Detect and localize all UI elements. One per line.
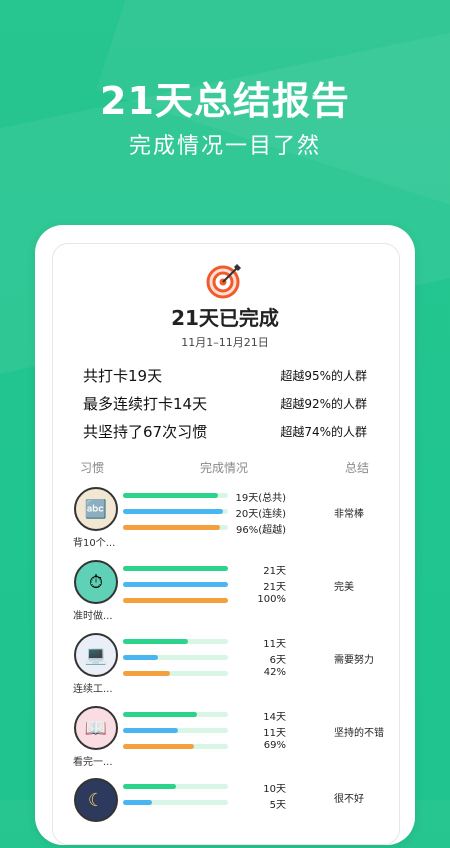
- hero-subtitle: 完成情况一目了然: [128, 134, 321, 159]
- stat-value: 超越92%的人群: [280, 397, 367, 411]
- progress-fill: [123, 671, 171, 676]
- habit-name: 看完一...: [73, 757, 113, 768]
- progress-fill: [123, 728, 178, 733]
- progress-fill: [123, 509, 223, 514]
- hero-title: 21天总结报告: [100, 79, 350, 123]
- habit-summary: 需要努力: [334, 655, 374, 666]
- habit-name: 连续工...: [73, 684, 113, 695]
- value-total: 14天: [263, 712, 286, 723]
- stat-label: 最多连续打卡14天: [83, 395, 208, 413]
- value-total: 21天: [263, 566, 286, 577]
- habit-row[interactable]: 🔤 背10个... 19天(总共) 20天(连续) 96%(超越) 非常棒: [70, 487, 390, 557]
- progress-fill: [123, 639, 189, 644]
- reading-icon: 📖: [74, 706, 118, 750]
- progress-fill: [123, 712, 197, 717]
- habit-summary: 非常棒: [334, 509, 364, 520]
- progress-bar-total: [123, 639, 228, 644]
- stat-value: 超越95%的人群: [280, 369, 367, 383]
- habit-name: 背10个...: [73, 538, 116, 549]
- value-rank: 42%: [263, 667, 286, 678]
- value-total: 19天(总共): [235, 493, 286, 504]
- habit-row[interactable]: 💻 连续工... 11天 6天 42% 需要努力: [70, 633, 390, 703]
- progress-bar-streak: [123, 582, 228, 587]
- habit-name: 准时做...: [73, 611, 113, 622]
- value-total: 10天: [263, 784, 286, 795]
- stat-value: 超越74%的人群: [280, 425, 367, 439]
- progress-fill: [123, 493, 218, 498]
- stat-row: 最多连续打卡14天 超越92%的人群: [83, 393, 369, 417]
- progress-fill: [123, 598, 228, 603]
- card-title: 21天已完成: [171, 306, 279, 330]
- value-total: 11天: [263, 639, 286, 650]
- stat-label: 共坚持了67次习惯: [83, 423, 208, 441]
- moon-icon: ☾: [74, 778, 118, 822]
- target-icon: [206, 264, 241, 299]
- value-rank: 100%: [257, 594, 286, 605]
- value-streak: 5天: [269, 800, 286, 811]
- progress-bar-total: [123, 712, 228, 717]
- progress-bar-rank: [123, 598, 228, 603]
- progress-bar-rank: [123, 744, 228, 749]
- progress-bar-rank: [123, 525, 228, 530]
- stopwatch-icon: ⏱: [74, 560, 118, 604]
- habit-row[interactable]: ☾ 10天 5天 很不好: [70, 778, 390, 848]
- progress-fill: [123, 744, 195, 749]
- column-header-completion: 完成情况: [200, 461, 249, 475]
- progress-fill: [123, 800, 153, 805]
- stat-row: 共坚持了67次习惯 超越74%的人群: [83, 421, 369, 445]
- date-range: 11月1–11月21日: [181, 336, 269, 349]
- progress-bar-streak: [123, 728, 228, 733]
- progress-fill: [123, 784, 176, 789]
- desk-worker-icon: 💻: [74, 633, 118, 677]
- value-rank: 96%(超越): [235, 525, 286, 536]
- habit-row[interactable]: ⏱ 准时做... 21天 21天 100% 完美: [70, 560, 390, 630]
- value-streak: 21天: [263, 582, 286, 593]
- column-header-summary: 总结: [345, 461, 370, 475]
- progress-fill: [123, 525, 220, 530]
- value-streak: 6天: [269, 655, 286, 666]
- progress-bar-total: [123, 784, 228, 789]
- value-streak: 11天: [263, 728, 286, 739]
- progress-bar-total: [123, 566, 228, 571]
- habit-row[interactable]: 📖 看完一... 14天 11天 69% 坚持的不错: [70, 706, 390, 776]
- value-streak: 20天(连续): [235, 509, 286, 520]
- progress-bar-rank: [123, 671, 228, 676]
- column-header-habit: 习惯: [80, 461, 105, 475]
- stat-label: 共打卡19天: [83, 367, 163, 385]
- habit-summary: 坚持的不错: [334, 728, 384, 739]
- progress-fill: [123, 566, 228, 571]
- progress-fill: [123, 582, 228, 587]
- stat-row: 共打卡19天 超越95%的人群: [83, 365, 369, 389]
- abc-blocks-icon: 🔤: [74, 487, 118, 531]
- progress-bar-total: [123, 493, 228, 498]
- progress-bar-streak: [123, 800, 228, 805]
- progress-bar-streak: [123, 655, 228, 660]
- value-rank: 69%: [263, 740, 286, 751]
- habit-summary: 很不好: [334, 794, 364, 805]
- progress-fill: [123, 655, 158, 660]
- habit-summary: 完美: [334, 582, 354, 593]
- progress-bar-streak: [123, 509, 228, 514]
